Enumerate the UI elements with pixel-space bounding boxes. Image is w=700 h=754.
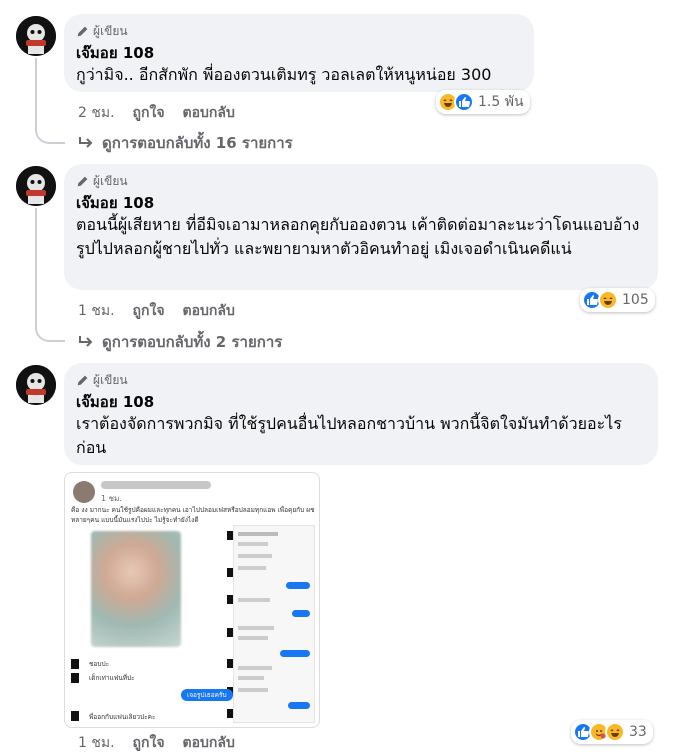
thread-line <box>35 58 37 118</box>
comment-bubble: ผู้เขียน เจ๊มอย 108 เราต้องจัดการพวกมิจ … <box>64 363 658 465</box>
reaction-summary[interactable]: 33 <box>571 720 653 744</box>
author-name[interactable]: เจ๊มอย 108 <box>76 392 646 412</box>
chat-blue-bubble: เจอรูปเธอครับ <box>181 689 233 701</box>
chat-panel <box>233 525 315 723</box>
view-replies-label: ดูการตอบกลับทั้ง 16 รายการ <box>102 134 293 152</box>
author-name[interactable]: เจ๊มอย 108 <box>76 43 522 63</box>
comment-time[interactable]: 1 ชม. <box>78 300 115 322</box>
comment-bubble: ผู้เขียน เจ๊มอย 108 ตอนนี้ผู้เสียหาย ที่… <box>64 164 658 290</box>
post-avatar <box>73 481 95 503</box>
like-button[interactable]: ถูกใจ <box>133 300 165 322</box>
reply-arrow-icon <box>79 137 93 148</box>
attached-screenshot[interactable]: 1 ชม. คือ งง มากนะ คนใช้รูปคือผมและทุกคน… <box>64 472 320 728</box>
pencil-icon <box>77 375 88 385</box>
chat-line-1: ชอบปะ <box>89 660 110 668</box>
comment-actions: 1 ชม. ถูกใจ ตอบกลับ <box>78 300 235 322</box>
author-badge: ผู้เขียน <box>76 371 646 389</box>
like-button[interactable]: ถูกใจ <box>133 102 165 124</box>
reply-button[interactable]: ตอบกลับ <box>183 102 235 124</box>
avatar[interactable] <box>16 16 56 56</box>
author-badge-label: ผู้เขียน <box>93 372 128 387</box>
chat-line-3: พี่ออกกับแฟนเลิยวปะคะ <box>89 713 156 721</box>
comment-actions: 1 ชม. ถูกใจ ตอบกลับ <box>78 732 235 754</box>
comment-time[interactable]: 2 ชม. <box>78 102 115 124</box>
blurred-post-author <box>101 481 211 489</box>
thread-line <box>35 208 37 316</box>
reaction-count: 33 <box>629 724 647 740</box>
pencil-icon <box>77 176 88 186</box>
avatar-image <box>16 166 56 206</box>
view-replies-link[interactable]: ดูการตอบกลับทั้ง 2 รายการ <box>78 330 282 354</box>
post-time: 1 ชม. <box>101 494 122 503</box>
avatar[interactable] <box>16 365 56 405</box>
thread-connector <box>35 316 65 342</box>
blurred-photo <box>91 531 181 647</box>
comment-text: ตอนนี้ผู้เสียหาย ที่อีมิจเอามาหลอกคุยกับ… <box>76 215 640 258</box>
comment-time[interactable]: 1 ชม. <box>78 732 115 754</box>
author-badge-label: ผู้เขียน <box>93 23 128 38</box>
comment-text: กูว่ามิจ.. อีกสักพัก พี่อองตวนเติมทรู วอ… <box>76 65 492 84</box>
like-button[interactable]: ถูกใจ <box>133 732 165 754</box>
reply-button[interactable]: ตอบกลับ <box>183 300 235 322</box>
avatar-image <box>16 365 56 405</box>
post-text: คือ งง มากนะ คนใช้รูปคือผมและทุกคน เอาไป… <box>71 506 315 524</box>
reaction-summary[interactable]: 105 <box>580 288 655 312</box>
haha-reaction-icon <box>605 722 625 742</box>
like-reaction-icon <box>454 92 474 112</box>
reaction-count: 105 <box>622 292 649 308</box>
author-badge-label: ผู้เขียน <box>93 173 128 188</box>
view-replies-link[interactable]: ดูการตอบกลับทั้ง 16 รายการ <box>78 131 293 155</box>
pencil-icon <box>77 26 88 36</box>
comment-text: เราต้องจัดการพวกมิจ ที่ใช้รูปคนอื่นไปหลอ… <box>76 414 622 457</box>
reply-button[interactable]: ตอบกลับ <box>183 732 235 754</box>
haha-reaction-icon <box>598 290 618 310</box>
reaction-count: 1.5 พัน <box>478 94 524 110</box>
comment-actions: 2 ชม. ถูกใจ ตอบกลับ <box>78 102 235 124</box>
author-name[interactable]: เจ๊มอย 108 <box>76 193 646 213</box>
author-badge: ผู้เขียน <box>76 22 522 40</box>
view-replies-label: ดูการตอบกลับทั้ง 2 รายการ <box>102 333 283 351</box>
reply-arrow-icon <box>79 336 93 347</box>
chat-line-2: เด็กเท่าแฟนที่ปะ <box>89 674 135 682</box>
reaction-summary[interactable]: 1.5 พัน <box>436 90 530 114</box>
avatar-image <box>16 16 56 56</box>
thread-connector <box>35 118 65 144</box>
author-badge: ผู้เขียน <box>76 172 646 190</box>
avatar[interactable] <box>16 166 56 206</box>
comment-bubble: ผู้เขียน เจ๊มอย 108 กูว่ามิจ.. อีกสักพัก… <box>64 14 534 92</box>
